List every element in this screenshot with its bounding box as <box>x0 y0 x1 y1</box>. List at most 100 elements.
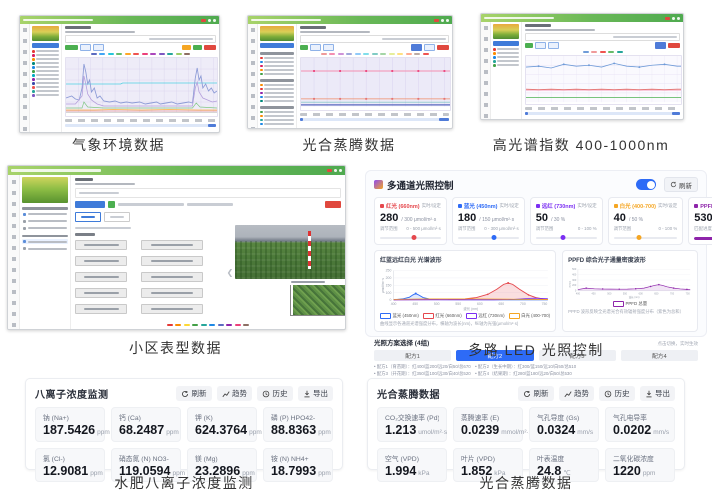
chart-legend-item[interactable] <box>167 53 173 55</box>
chart-legend-item[interactable] <box>583 51 589 53</box>
chart-legend-item[interactable] <box>116 53 122 55</box>
sidebar-legend-item[interactable] <box>260 88 294 91</box>
sidebar-query-button[interactable] <box>493 41 519 46</box>
sidebar-legend-item[interactable] <box>260 123 294 126</box>
phenotype-field-button[interactable] <box>141 272 203 282</box>
master-toggle[interactable] <box>636 179 656 190</box>
phenotype-field-button[interactable] <box>75 304 127 314</box>
search-input[interactable] <box>300 35 449 43</box>
range-button[interactable] <box>80 44 91 51</box>
chart-legend-item[interactable] <box>167 324 173 326</box>
search-input[interactable] <box>65 35 216 43</box>
export-button[interactable]: 导出 <box>298 386 334 401</box>
sidebar-legend-item[interactable] <box>260 57 294 60</box>
export-button[interactable] <box>204 45 216 50</box>
chart-legend-item[interactable] <box>159 53 165 55</box>
chart-legend-item[interactable] <box>175 324 181 326</box>
phenotype-field-button[interactable] <box>141 240 203 250</box>
chart-legend-item[interactable]: 蓝光 (450nm) <box>380 313 419 320</box>
chart-legend-item[interactable] <box>99 53 105 55</box>
export-button[interactable] <box>437 45 449 50</box>
channel-slider[interactable] <box>536 237 597 240</box>
field-photo[interactable] <box>235 225 346 279</box>
left-icon-strip[interactable] <box>481 22 491 119</box>
range-button[interactable] <box>548 42 559 49</box>
plot-select-dropdown[interactable] <box>75 201 105 208</box>
sidebar-legend-item[interactable] <box>260 73 294 76</box>
sidebar-legend-item[interactable] <box>260 92 294 95</box>
chart-legend-item[interactable] <box>372 53 378 55</box>
warn-button[interactable] <box>182 45 191 50</box>
sidebar-legend-item[interactable] <box>32 90 59 93</box>
chart-legend-item[interactable] <box>355 53 361 55</box>
tab-phenotype[interactable] <box>75 212 101 222</box>
phenotype-field-button[interactable] <box>75 256 127 266</box>
sidebar-legend-item[interactable] <box>493 56 519 59</box>
sidebar-legend-item[interactable] <box>260 119 294 122</box>
chart-legend-item[interactable] <box>184 324 190 326</box>
menu-item[interactable] <box>22 212 68 217</box>
chart-legend-item[interactable]: 远红 (730nm) <box>466 313 505 320</box>
export-button[interactable] <box>325 201 341 208</box>
menu-item[interactable] <box>22 246 68 251</box>
sidebar-legend-item[interactable] <box>32 82 59 85</box>
export-button[interactable]: 导出 <box>640 386 676 401</box>
chart-legend-item[interactable] <box>346 53 352 55</box>
chart-scrollbar[interactable] <box>65 124 216 127</box>
sidebar-legend-item[interactable] <box>260 96 294 99</box>
trend-button[interactable]: 趋势 <box>217 386 253 401</box>
history-button[interactable]: 历史 <box>257 386 293 401</box>
chart-legend-item[interactable] <box>397 53 403 55</box>
phenotype-field-button[interactable] <box>75 240 127 250</box>
chart-legend-item[interactable] <box>184 53 190 55</box>
chart-scrollbar[interactable] <box>525 112 680 115</box>
left-icon-strip[interactable] <box>248 24 258 128</box>
chart-legend-item[interactable]: 白光 (400-700) <box>509 313 551 320</box>
chart-legend-item[interactable] <box>380 53 386 55</box>
sidebar-legend-item[interactable] <box>260 100 294 103</box>
sidebar-legend-item[interactable] <box>260 69 294 72</box>
plot-phenotype-window[interactable]: ❮ ❯ <box>7 165 346 330</box>
query-button[interactable] <box>300 45 308 50</box>
query-button[interactable] <box>525 43 533 48</box>
range-button[interactable] <box>93 44 104 51</box>
chart-legend-item[interactable] <box>406 53 412 55</box>
chart-legend-item[interactable] <box>600 51 606 53</box>
sidebar-legend-item[interactable] <box>493 64 519 67</box>
chart-legend-item[interactable]: 红光 (660nm) <box>423 313 462 320</box>
left-icon-strip[interactable] <box>20 24 30 132</box>
transpiration-dashboard-window[interactable] <box>247 15 453 129</box>
chart-legend-item[interactable] <box>338 53 344 55</box>
chart-legend-item[interactable] <box>243 324 249 326</box>
sidebar-legend-item[interactable] <box>32 58 59 61</box>
history-button[interactable]: 历史 <box>599 386 635 401</box>
chart-legend-item[interactable] <box>617 51 623 53</box>
chart-legend-item[interactable] <box>192 324 198 326</box>
sidebar-legend-item[interactable] <box>260 61 294 64</box>
chart-legend-item[interactable] <box>125 53 131 55</box>
chart-legend-item[interactable] <box>235 324 241 326</box>
chart-legend-item[interactable] <box>414 53 420 55</box>
sidebar-legend-item[interactable] <box>32 78 59 81</box>
chart-legend-item[interactable] <box>423 53 429 55</box>
chart-legend-item[interactable] <box>201 324 207 326</box>
crop-analysis-image[interactable] <box>290 285 347 318</box>
sidebar-legend-item[interactable] <box>260 84 294 87</box>
hyperspectral-dashboard-window[interactable] <box>480 13 684 120</box>
chart-legend-item[interactable] <box>142 53 148 55</box>
ok-button[interactable] <box>193 45 202 50</box>
sidebar-legend-item[interactable] <box>260 111 294 114</box>
tab-growth[interactable] <box>104 212 130 222</box>
sidebar-legend-item[interactable] <box>493 60 519 63</box>
sidebar-legend-item[interactable] <box>32 62 59 65</box>
confirm-button[interactable] <box>108 201 115 208</box>
prev-image-chevron[interactable]: ❮ <box>225 268 235 277</box>
chart-mode-button[interactable] <box>411 44 422 51</box>
channel-slider[interactable] <box>458 237 519 240</box>
chart-legend-item[interactable] <box>608 51 614 53</box>
phenotype-field-button[interactable] <box>141 304 203 314</box>
sidebar-legend-item[interactable] <box>493 52 519 55</box>
left-icon-strip[interactable] <box>8 175 20 329</box>
export-button[interactable] <box>668 43 680 48</box>
range-button[interactable] <box>310 44 321 51</box>
